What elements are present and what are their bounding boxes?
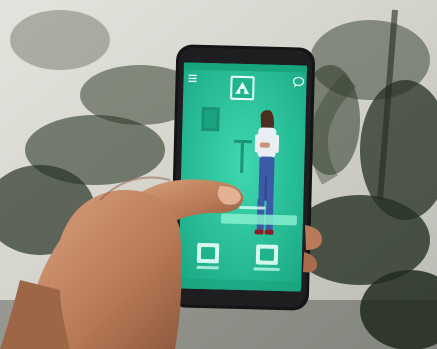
highlight-bar[interactable] (220, 213, 297, 226)
photo-scene (0, 0, 437, 349)
phone-screen[interactable] (178, 62, 307, 292)
smartphone (170, 44, 316, 311)
menu-icon[interactable] (188, 74, 197, 83)
scene-svg (0, 0, 437, 349)
house-logo-icon (230, 75, 255, 101)
